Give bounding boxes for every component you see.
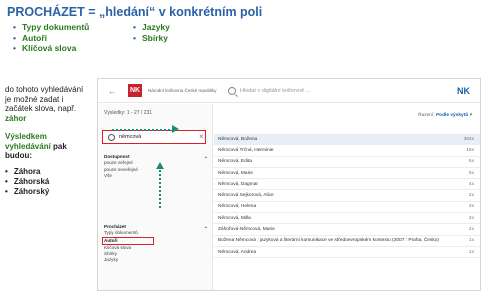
intro-text: do tohoto vyhledávání je možné zadat i z… <box>5 85 84 113</box>
arrow-up-icon <box>155 162 164 169</box>
facet-item[interactable]: Jazyky <box>104 257 208 263</box>
result-row[interactable]: Němcová Sejkorová, Alice 2x <box>214 190 480 202</box>
result-name: Němcová Trčná, Herminie <box>218 147 274 153</box>
result-row[interactable]: Němcová, Andrea 1x <box>214 247 480 259</box>
result-count: 4x <box>468 181 474 187</box>
result-paragraph: Výsledkem vyhledávání pak budou: <box>5 132 90 161</box>
search-icon <box>228 86 236 95</box>
bullet-item: Jazyky <box>133 22 253 33</box>
facet-type-bullets: Typy dokumentů Jazyky Autoři Sbírky Klíč… <box>13 22 253 54</box>
result-example: Záhorský <box>5 187 90 197</box>
result-count: 2x <box>468 204 474 210</box>
result-row[interactable]: Němcová, Edita 6x <box>214 157 480 168</box>
result-row[interactable]: Němcová Trčná, Herminie 16x <box>214 145 480 157</box>
library-logo[interactable]: NK <box>128 84 142 97</box>
slide-title: PROCHÁZET = „hledání“ v konkrétním poli <box>7 5 263 19</box>
bullet-item: Typy dokumentů <box>13 22 133 33</box>
result-name: Němcová, Marie <box>218 170 253 176</box>
bullet-item: Klíčová slova <box>13 43 133 54</box>
result-examples: Záhora Záhorská Záhorský <box>5 167 90 197</box>
result-name: Němcová, Andrea <box>218 249 257 255</box>
dotted-arrow-vertical <box>159 166 161 208</box>
result-count: 2x <box>468 193 474 199</box>
result-count: 1x <box>468 249 474 255</box>
sort-control[interactable]: Řazení: Podle výskytů ▾ <box>418 113 472 118</box>
facet-prochazet: Procházet ⌄ Typy dokumentů Autoři Klíčov… <box>102 224 208 264</box>
results-list: Němcová, Božena 364x Němcová Trčná, Hermin… <box>214 134 480 259</box>
result-row[interactable]: Němcová, Milla 2x <box>214 213 480 225</box>
library-name: Národní knihovna České republiky <box>148 88 217 93</box>
result-name: Němcová, Božena <box>218 136 258 142</box>
main-search-input[interactable]: Hledat v digitální knihovně ... <box>228 83 457 99</box>
search-placeholder: Hledat v digitální knihovně ... <box>240 87 311 94</box>
result-count: 364x <box>463 136 474 142</box>
result-name: Němcová, Edita <box>218 159 252 165</box>
result-row[interactable]: Božena Němcová : jazyková a literární ko… <box>214 236 480 247</box>
result-name: Němcová, Dagmar <box>218 181 258 187</box>
bullet-item: Autoři <box>13 33 133 44</box>
intro-paragraph: do tohoto vyhledávání je možné zadat i z… <box>5 85 90 123</box>
back-arrow-icon[interactable]: ← <box>104 86 120 96</box>
facet-search-value: němcová <box>119 134 142 140</box>
results-count: Výsledky: 1 - 27 / 231 <box>104 110 153 116</box>
result-name: Němcová, Milla <box>218 215 251 221</box>
result-name: Němcová Sejkorová, Alice <box>218 193 274 199</box>
result-row[interactable]: Němcová, Božena 364x <box>214 134 480 146</box>
facet-item-selected[interactable]: Autoři <box>102 236 154 245</box>
result-example: Záhorská <box>5 177 90 187</box>
result-count: 1x <box>468 238 474 244</box>
bullet-row: Typy dokumentů Jazyky <box>13 22 253 33</box>
library-app-screenshot: ← NK Národní knihovna České republiky Hl… <box>97 78 481 291</box>
brand-logo[interactable]: NK <box>457 86 470 96</box>
result-name: Božena Němcová : jazyková a literární ko… <box>218 238 440 244</box>
results-panel: Řazení: Podle výskytů ▾ Němcová, Božena 3… <box>214 104 480 290</box>
bullet-row: Klíčová slova <box>13 43 253 54</box>
bullet-row: Autoři Sbírky <box>13 33 253 44</box>
arrow-right-icon <box>172 125 179 133</box>
search-icon <box>108 133 115 141</box>
chevron-down-icon[interactable]: ⌄ <box>204 154 208 160</box>
explanation-text: do tohoto vyhledávání je možné zadat i z… <box>5 85 90 197</box>
chevron-down-icon: ▾ <box>469 113 472 118</box>
facet-item[interactable]: Typy dokumentů <box>104 230 208 236</box>
result-count: 16x <box>466 147 474 153</box>
result-lead: Výsledkem vyhledávání <box>5 132 51 151</box>
result-example: Záhora <box>5 167 90 177</box>
sort-label: Řazení: <box>418 113 435 118</box>
facet-item[interactable]: Vše <box>104 173 208 179</box>
result-name: Záhořová-Němcová, Marie <box>218 227 275 233</box>
result-row[interactable]: Němcová, Dagmar 4x <box>214 179 480 191</box>
result-row[interactable]: Němcová, Marie 5x <box>214 168 480 180</box>
dotted-arrow-horizontal <box>112 129 174 132</box>
app-header: ← NK Národní knihovna České republiky Hl… <box>98 79 480 103</box>
result-count: 2x <box>468 215 474 221</box>
facet-search-input[interactable]: němcová <box>102 130 206 144</box>
result-row[interactable]: Němcová, Helena 2x <box>214 202 480 214</box>
close-icon[interactable]: × <box>199 132 204 141</box>
result-name: Němcová, Helena <box>218 204 257 210</box>
result-count: 2x <box>468 227 474 233</box>
result-count: 6x <box>468 159 474 165</box>
intro-example: záhor <box>5 113 27 123</box>
sort-value: Podle výskytů <box>435 113 469 118</box>
chevron-down-icon[interactable]: ⌄ <box>204 224 208 230</box>
bullet-item: Sbírky <box>133 33 253 44</box>
result-count: 5x <box>468 170 474 176</box>
result-row[interactable]: Záhořová-Němcová, Marie 2x <box>214 224 480 236</box>
